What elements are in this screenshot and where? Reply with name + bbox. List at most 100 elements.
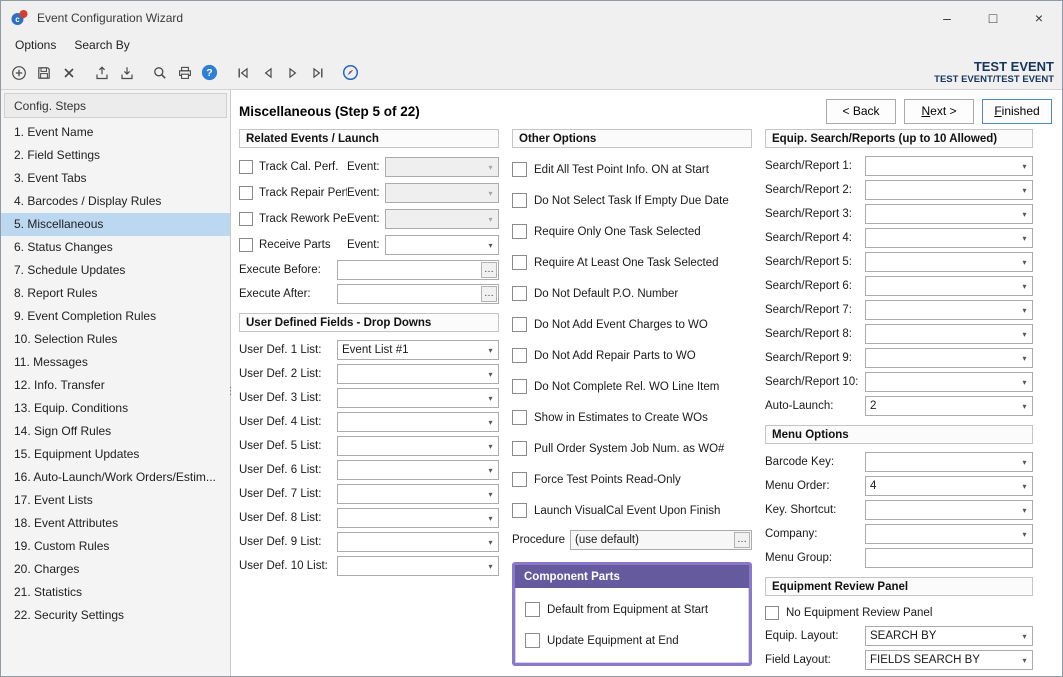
user-def-8-list-dropdown[interactable]: ▾ bbox=[337, 508, 499, 528]
sidebar-step-16[interactable]: 16. Auto-Launch/Work Orders/Estim... bbox=[1, 466, 230, 489]
sidebar-step-6[interactable]: 6. Status Changes bbox=[1, 236, 230, 259]
track-cal-perf-checkbox[interactable] bbox=[239, 160, 253, 174]
require-only-one-task-selected-checkbox[interactable] bbox=[512, 224, 527, 239]
search-report-5-dropdown[interactable]: ▾ bbox=[865, 252, 1033, 272]
sidebar-step-21[interactable]: 21. Statistics bbox=[1, 581, 230, 604]
execute-after-browse-button[interactable]: … bbox=[481, 286, 497, 302]
next-button[interactable]: Next > bbox=[904, 99, 974, 124]
nav-previous-button[interactable] bbox=[255, 60, 280, 86]
user-def-6-list-dropdown[interactable]: ▾ bbox=[337, 460, 499, 480]
navigator-button[interactable] bbox=[338, 60, 363, 86]
pull-order-system-job-num-as-wo#-checkbox[interactable] bbox=[512, 441, 527, 456]
user-def-5-list-dropdown[interactable]: ▾ bbox=[337, 436, 499, 456]
sidebar-step-7[interactable]: 7. Schedule Updates bbox=[1, 259, 230, 282]
user-def-1-list-dropdown[interactable]: Event List #1▾ bbox=[337, 340, 499, 360]
close-button[interactable]: × bbox=[1016, 1, 1062, 34]
search-report-10-dropdown[interactable]: ▾ bbox=[865, 372, 1033, 392]
sidebar-step-17[interactable]: 17. Event Lists bbox=[1, 489, 230, 512]
sidebar-step-5[interactable]: 5. Miscellaneous bbox=[1, 213, 230, 236]
receive-parts-checkbox[interactable] bbox=[239, 238, 253, 252]
user-def-10-list-dropdown[interactable]: ▾ bbox=[337, 556, 499, 576]
do-not-default-p-o-number-checkbox[interactable] bbox=[512, 286, 527, 301]
nav-next-button[interactable] bbox=[280, 60, 305, 86]
receive-parts-event-dropdown[interactable]: ▾ bbox=[385, 235, 499, 255]
sidebar-step-2[interactable]: 2. Field Settings bbox=[1, 144, 230, 167]
minimize-button[interactable]: – bbox=[924, 1, 970, 34]
nav-first-button[interactable] bbox=[230, 60, 255, 86]
require-at-least-one-task-selected-checkbox[interactable] bbox=[512, 255, 527, 270]
back-button[interactable]: < Back bbox=[826, 99, 896, 124]
barcode-key-dropdown[interactable]: ▾ bbox=[865, 452, 1033, 472]
show-in-estimates-to-create-wos-checkbox[interactable] bbox=[512, 410, 527, 425]
do-not-complete-rel-wo-line-item-checkbox[interactable] bbox=[512, 379, 527, 394]
force-test-points-read-only-checkbox[interactable] bbox=[512, 472, 527, 487]
sidebar-step-20[interactable]: 20. Charges bbox=[1, 558, 230, 581]
track-repair-perf-event-dropdown[interactable]: ▾ bbox=[385, 183, 499, 203]
sidebar-step-4[interactable]: 4. Barcodes / Display Rules bbox=[1, 190, 230, 213]
sidebar-step-19[interactable]: 19. Custom Rules bbox=[1, 535, 230, 558]
help-button[interactable]: ? bbox=[197, 60, 222, 86]
sidebar-step-13[interactable]: 13. Equip. Conditions bbox=[1, 397, 230, 420]
sidebar-step-12[interactable]: 12. Info. Transfer bbox=[1, 374, 230, 397]
search-report-3-dropdown[interactable]: ▾ bbox=[865, 204, 1033, 224]
sidebar-step-9[interactable]: 9. Event Completion Rules bbox=[1, 305, 230, 328]
user-def-4-list-dropdown[interactable]: ▾ bbox=[337, 412, 499, 432]
company-dropdown[interactable]: ▾ bbox=[865, 524, 1033, 544]
import-button[interactable] bbox=[114, 60, 139, 86]
update-equipment-at-end-checkbox[interactable] bbox=[525, 633, 540, 648]
do-not-add-event-charges-to-wo-checkbox[interactable] bbox=[512, 317, 527, 332]
equip-layout-dropdown[interactable]: SEARCH BY▾ bbox=[865, 626, 1033, 646]
sidebar-step-15[interactable]: 15. Equipment Updates bbox=[1, 443, 230, 466]
procedure-field[interactable]: (use default) … bbox=[570, 530, 752, 550]
save-button[interactable] bbox=[31, 60, 56, 86]
field-layout-dropdown[interactable]: FIELDS SEARCH BY▾ bbox=[865, 650, 1033, 670]
user-def-9-list-dropdown[interactable]: ▾ bbox=[337, 532, 499, 552]
splitter-handle[interactable]: ⋮ bbox=[227, 378, 234, 404]
sidebar-step-22[interactable]: 22. Security Settings bbox=[1, 604, 230, 627]
delete-button[interactable] bbox=[56, 60, 81, 86]
user-def-3-list-dropdown[interactable]: ▾ bbox=[337, 388, 499, 408]
menu-group-input[interactable] bbox=[865, 548, 1033, 568]
search-report-4-dropdown[interactable]: ▾ bbox=[865, 228, 1033, 248]
search-report-9-dropdown[interactable]: ▾ bbox=[865, 348, 1033, 368]
search-button[interactable] bbox=[147, 60, 172, 86]
sidebar-step-8[interactable]: 8. Report Rules bbox=[1, 282, 230, 305]
track-rework-perf-event-dropdown[interactable]: ▾ bbox=[385, 209, 499, 229]
execute-before-input[interactable]: … bbox=[337, 260, 499, 280]
execute-before-browse-button[interactable]: … bbox=[481, 262, 497, 278]
track-rework-perf-checkbox[interactable] bbox=[239, 212, 253, 226]
user-def-2-list-dropdown[interactable]: ▾ bbox=[337, 364, 499, 384]
nav-last-button[interactable] bbox=[305, 60, 330, 86]
track-repair-perf-checkbox[interactable] bbox=[239, 186, 253, 200]
search-report-6-dropdown[interactable]: ▾ bbox=[865, 276, 1033, 296]
sidebar-step-1[interactable]: 1. Event Name bbox=[1, 121, 230, 144]
add-button[interactable] bbox=[6, 60, 31, 86]
search-report-8-dropdown[interactable]: ▾ bbox=[865, 324, 1033, 344]
menu-item-options[interactable]: Options bbox=[6, 36, 65, 54]
sidebar-step-10[interactable]: 10. Selection Rules bbox=[1, 328, 230, 351]
user-def-7-list-dropdown[interactable]: ▾ bbox=[337, 484, 499, 504]
sidebar-step-3[interactable]: 3. Event Tabs bbox=[1, 167, 230, 190]
maximize-button[interactable]: □ bbox=[970, 1, 1016, 34]
auto-launch-dropdown[interactable]: 2▾ bbox=[865, 396, 1033, 416]
launch-visualcal-event-upon-finish-checkbox[interactable] bbox=[512, 503, 527, 518]
sidebar-step-14[interactable]: 14. Sign Off Rules bbox=[1, 420, 230, 443]
search-report-1-dropdown[interactable]: ▾ bbox=[865, 156, 1033, 176]
do-not-add-repair-parts-to-wo-checkbox[interactable] bbox=[512, 348, 527, 363]
finished-button[interactable]: Finished bbox=[982, 99, 1052, 124]
menu-item-search-by[interactable]: Search By bbox=[65, 36, 138, 54]
track-cal-perf-event-dropdown[interactable]: ▾ bbox=[385, 157, 499, 177]
key-shortcut-dropdown[interactable]: ▾ bbox=[865, 500, 1033, 520]
search-report-7-dropdown[interactable]: ▾ bbox=[865, 300, 1033, 320]
print-button[interactable] bbox=[172, 60, 197, 86]
do-not-select-task-if-empty-due-date-checkbox[interactable] bbox=[512, 193, 527, 208]
procedure-browse-button[interactable]: … bbox=[734, 532, 750, 548]
default-from-equipment-at-start-checkbox[interactable] bbox=[525, 602, 540, 617]
sidebar-step-18[interactable]: 18. Event Attributes bbox=[1, 512, 230, 535]
sidebar-step-11[interactable]: 11. Messages bbox=[1, 351, 230, 374]
no-equipment-review-checkbox[interactable] bbox=[765, 606, 779, 620]
edit-all-test-point-info-on-at-start-checkbox[interactable] bbox=[512, 162, 527, 177]
menu-order-dropdown[interactable]: 4▾ bbox=[865, 476, 1033, 496]
execute-after-input[interactable]: … bbox=[337, 284, 499, 304]
search-report-2-dropdown[interactable]: ▾ bbox=[865, 180, 1033, 200]
